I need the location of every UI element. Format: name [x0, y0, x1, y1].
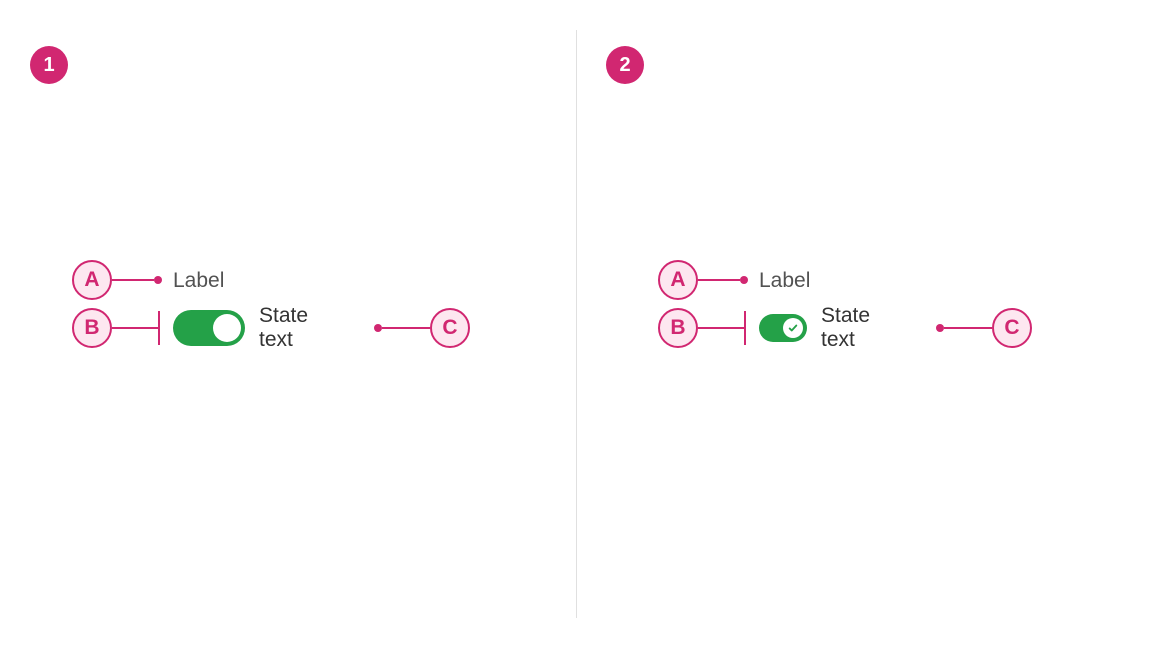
checkmark-icon — [788, 323, 798, 333]
annotation-letter-b: B — [72, 308, 112, 348]
annotation-letter-b: B — [658, 308, 698, 348]
toggle-row-large: State text — [173, 308, 308, 348]
connector-dot — [740, 276, 748, 284]
panel-divider — [576, 30, 577, 618]
connector-line — [112, 327, 158, 329]
connector-dot — [154, 276, 162, 284]
panel-1: 1 A Label B State text C — [0, 0, 576, 648]
diagram-container: 1 A Label B State text C 2 A — [0, 0, 1152, 648]
toggle-label: Label — [173, 269, 224, 293]
toggle-row-small: State text — [759, 308, 870, 348]
annotation-letter-c: C — [992, 308, 1032, 348]
toggle-switch-large[interactable] — [173, 310, 245, 346]
annotation-letter-a: A — [658, 260, 698, 300]
connector-dot — [374, 324, 382, 332]
connector-line — [112, 279, 154, 281]
toggle-state-text: State text — [259, 304, 308, 352]
connector-dot — [936, 324, 944, 332]
connector-bracket — [158, 311, 160, 345]
toggle-knob — [783, 318, 803, 338]
connector-line — [944, 327, 992, 329]
toggle-state-text: State text — [821, 304, 870, 352]
connector-bracket — [744, 311, 746, 345]
connector-line — [382, 327, 430, 329]
connector-line — [698, 279, 740, 281]
panel-number-badge-2: 2 — [606, 46, 644, 84]
annotation-letter-a: A — [72, 260, 112, 300]
connector-line — [698, 327, 744, 329]
panel-number-badge-1: 1 — [30, 46, 68, 84]
toggle-switch-small[interactable] — [759, 314, 807, 342]
toggle-knob — [213, 314, 241, 342]
annotation-letter-c: C — [430, 308, 470, 348]
panel-2: 2 A Label B State text — [576, 0, 1152, 648]
toggle-label: Label — [759, 269, 810, 293]
